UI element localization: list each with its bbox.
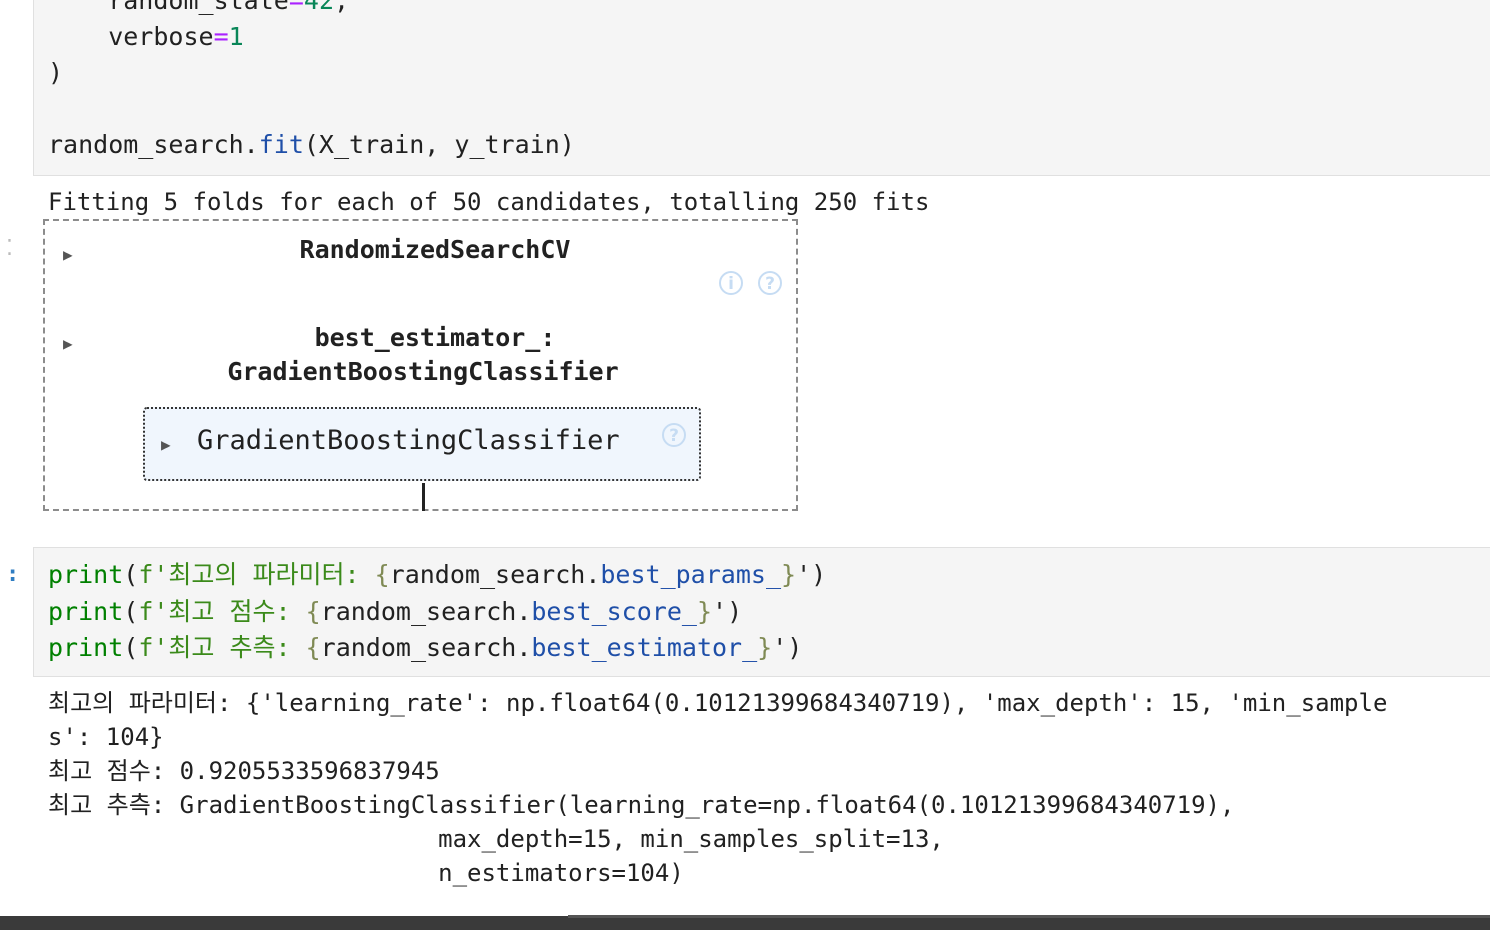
code-token: best_score_ <box>531 596 697 626</box>
code-token: = <box>288 0 304 15</box>
code-token: ( <box>123 560 139 589</box>
code-token: , <box>334 0 350 15</box>
best-estimator-class-label[interactable]: GradientBoostingClassifier <box>45 357 801 386</box>
diagram-connector <box>422 483 425 511</box>
code-line[interactable]: ) <box>48 55 63 91</box>
code-token: f'최고 추측: <box>138 633 306 662</box>
output-drag-handle[interactable]: ⁚ <box>6 236 13 261</box>
output-line: 최고 추측: GradientBoostingClassifier(learni… <box>48 791 1235 819</box>
help-icon[interactable]: ? <box>758 271 782 295</box>
code-token: { <box>305 596 321 626</box>
code-token: (X_train, y_train) <box>303 130 575 159</box>
cell-2-prompt: : <box>6 562 20 587</box>
code-line[interactable]: print(f'최고의 파라미터: {random_search.best_pa… <box>48 557 826 593</box>
code-token: ') <box>772 633 803 662</box>
output-line: n_estimators=104) <box>48 859 684 887</box>
code-token: } <box>781 560 797 589</box>
code-token: f'최고의 파라미터: <box>138 560 375 589</box>
code-token: f'최고 점수: <box>138 596 306 626</box>
output-line: max_depth=15, min_samples_split=13, <box>48 825 944 853</box>
code-token: random_search. <box>48 130 259 159</box>
code-cell-2[interactable]: print(f'최고의 파라미터: {random_search.best_pa… <box>33 547 1490 677</box>
code-token: ') <box>712 596 743 626</box>
code-token: print <box>48 596 124 626</box>
output-line: 최고의 파라미터: {'learning_rate': np.float64(0… <box>48 689 1388 717</box>
code-token: best_estimator_ <box>531 633 758 662</box>
code-token: random_search. <box>389 560 601 589</box>
help-icon[interactable]: ? <box>662 423 686 447</box>
fit-log-output: Fitting 5 folds for each of 50 candidate… <box>48 188 930 216</box>
randomized-search-label[interactable]: RandomizedSearchCV <box>45 235 825 264</box>
output-line: s': 104} <box>48 723 164 751</box>
code-token: fit <box>258 130 304 159</box>
code-token: ') <box>796 560 827 589</box>
code-token: print <box>48 560 124 589</box>
gradient-boosting-toggle[interactable]: ▶ <box>161 435 171 454</box>
code-token: ( <box>123 633 139 662</box>
code-token: random_search. <box>320 633 532 662</box>
code-token: 42 <box>303 0 334 15</box>
gradient-boosting-estimator-box[interactable]: ▶ GradientBoostingClassifier ? <box>143 407 701 481</box>
code-line[interactable]: print(f'최고 추측: {random_search.best_estim… <box>48 630 802 666</box>
horizontal-scrollbar-thumb[interactable] <box>568 915 1490 918</box>
code-token: = <box>213 22 229 51</box>
horizontal-scrollbar[interactable] <box>0 916 1490 930</box>
code-token: } <box>757 633 773 662</box>
code-token: } <box>696 596 713 626</box>
code-line[interactable]: random_search.fit(X_train, y_train) <box>48 127 575 163</box>
code-cell-1[interactable]: random_state=42, verbose=1) random_search… <box>33 0 1490 176</box>
gradient-boosting-label[interactable]: GradientBoostingClassifier <box>197 425 620 456</box>
code-token: ( <box>123 596 139 626</box>
info-icon[interactable]: i <box>719 271 743 295</box>
code-token: { <box>374 560 390 589</box>
best-estimator-label[interactable]: best_estimator_: <box>45 323 825 352</box>
randomized-search-diagram: ▶ RandomizedSearchCV i ? ▶ best_estimato… <box>43 219 798 511</box>
code-token: { <box>305 633 321 662</box>
code-token: verbose <box>48 22 214 51</box>
code-line[interactable]: random_state=42, <box>48 0 349 19</box>
code-line[interactable]: print(f'최고 점수: {random_search.best_score… <box>48 594 742 630</box>
code-token: random_state <box>48 0 289 15</box>
output-line: 최고 점수: 0.9205533596837945 <box>48 757 440 785</box>
code-token: print <box>48 633 124 662</box>
code-line[interactable]: verbose=1 <box>48 19 244 55</box>
code-token: 1 <box>228 22 244 51</box>
code-token: best_params_ <box>600 560 781 589</box>
code-token: random_search. <box>320 596 532 626</box>
code-token: ) <box>48 58 64 87</box>
